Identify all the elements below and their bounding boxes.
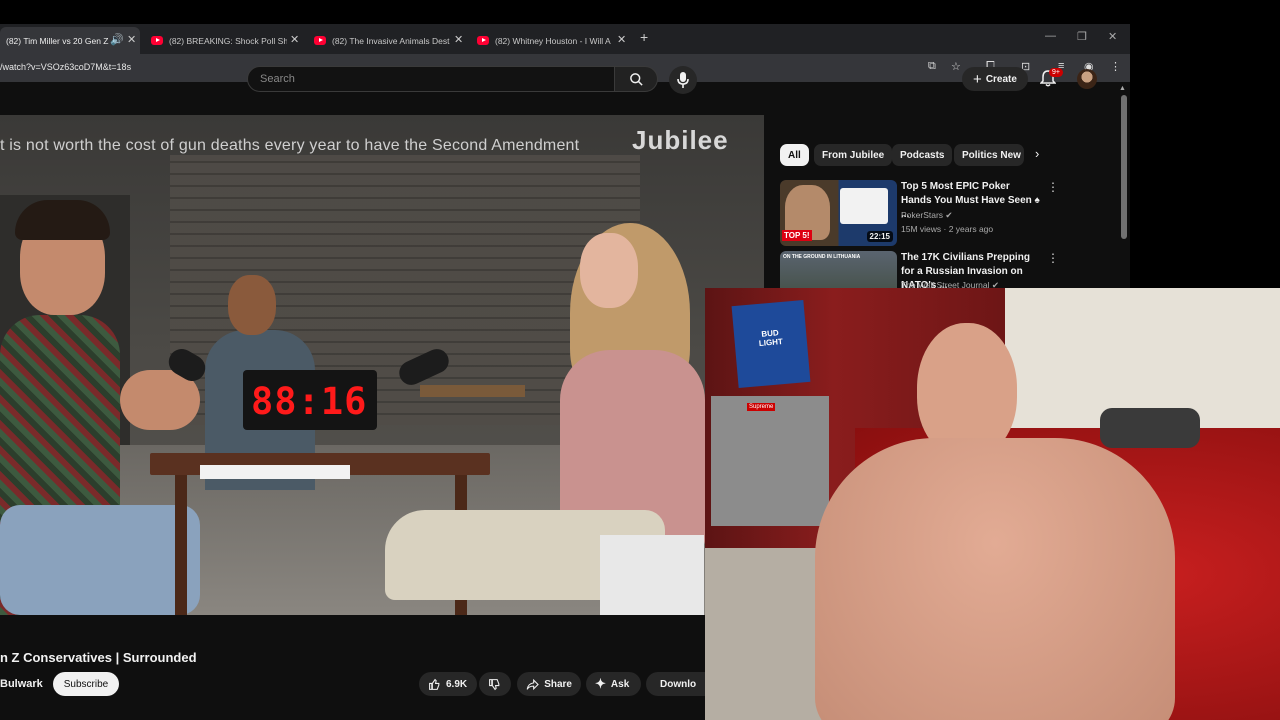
tab-strip: (82) Tim Miller vs 20 Gen Z 🔊 ✕ (82) BRE… (0, 24, 1130, 54)
download-label: Downlo (660, 678, 697, 690)
notification-badge: 9+ (1049, 68, 1063, 77)
search-icon (630, 73, 643, 86)
create-label: Create (985, 73, 1017, 85)
pillow (1100, 408, 1200, 448)
ask-label: Ask (610, 678, 630, 690)
chevron-right-icon[interactable]: › (1035, 146, 1039, 161)
thumbnail-text: ON THE GROUND IN LITHUANIA (783, 254, 861, 260)
table-leg (175, 475, 187, 615)
channel-name: PokerStars (901, 210, 944, 220)
restore-icon[interactable]: ❐ (1077, 30, 1087, 43)
thumbnail-cards (840, 188, 888, 224)
chip-all[interactable]: All (780, 144, 809, 166)
close-tab-icon[interactable]: ✕ (290, 27, 299, 54)
share-label: Share (544, 678, 572, 690)
download-button[interactable]: Downlo (646, 672, 705, 696)
sticker-label: Supreme (747, 403, 776, 411)
screen-top-bar (0, 0, 1280, 24)
thumbnail-text: TOP 5! (782, 230, 812, 241)
close-tab-icon[interactable]: ✕ (127, 27, 136, 54)
tab-title: (82) BREAKING: Shock Poll Sho (169, 35, 287, 46)
man-hair (15, 200, 110, 240)
bookmark-star-icon[interactable]: ☆ (951, 60, 961, 73)
sign-text: BUD LIGHT (758, 328, 784, 349)
jubilee-logo: Jubilee (632, 125, 729, 155)
papers (200, 465, 350, 479)
new-tab-button[interactable]: + (640, 29, 648, 45)
search-button[interactable] (615, 66, 658, 92)
scrollbar[interactable] (1121, 95, 1127, 239)
video-player[interactable]: t is not worth the cost of gun deaths ev… (0, 115, 764, 615)
microphone-icon (677, 72, 689, 88)
tab-3[interactable]: (82) The Invasive Animals Dest ✕ (308, 27, 468, 54)
video-thumbnail[interactable]: TOP 5! 22:15 (780, 180, 897, 246)
verified-icon: ✔ (945, 210, 953, 220)
sidebar-video-channel[interactable]: PokerStars ✔ (901, 210, 953, 221)
more-options-icon[interactable]: ⋮ (1047, 251, 1059, 265)
like-count: 6.9K (446, 678, 468, 690)
sparkle-icon: ✦ (595, 676, 606, 691)
tab-4[interactable]: (82) Whitney Houston - I Will A ✕ (471, 27, 631, 54)
video-title: n Z Conservatives | Surrounded (0, 650, 197, 665)
tab-title: (82) The Invasive Animals Dest (332, 35, 450, 46)
ask-button[interactable]: ✦ Ask (586, 672, 641, 696)
tab-1[interactable]: (82) Tim Miller vs 20 Gen Z 🔊 ✕ (0, 27, 140, 54)
speaker-icon[interactable]: 🔊 (110, 27, 124, 54)
close-tab-icon[interactable]: ✕ (454, 27, 463, 54)
bud-light-box: BUD LIGHT (731, 300, 811, 388)
like-button[interactable]: 6.9K (419, 672, 477, 696)
url-text[interactable]: /watch?v=VSOz63coD7M&t=18s (0, 62, 131, 72)
search-box (247, 66, 615, 92)
menu-kebab-icon[interactable]: ⋮ (1110, 60, 1121, 73)
background-man-head (228, 275, 276, 335)
countdown-timer: 88:16 (251, 380, 368, 423)
create-button[interactable]: + Create (962, 67, 1028, 91)
share-icon (526, 678, 539, 690)
chip-podcasts[interactable]: Podcasts (892, 144, 953, 166)
channel-name[interactable]: Bulwark (0, 678, 43, 690)
more-options-icon[interactable]: ⋮ (1047, 180, 1059, 194)
youtube-favicon-icon (477, 36, 489, 45)
dislike-button[interactable] (479, 672, 511, 696)
subscribe-button[interactable]: Subscribe (53, 672, 119, 696)
thumbs-down-icon (489, 678, 500, 690)
install-app-icon[interactable]: ⧉ (928, 60, 936, 73)
chip-politics-news[interactable]: Politics New (954, 144, 1024, 166)
webcam-overlay: Supreme BUD LIGHT (705, 288, 1280, 720)
tab-title: (82) Whitney Houston - I Will A (495, 35, 611, 46)
man-jeans (0, 505, 200, 615)
avatar[interactable] (1077, 69, 1097, 89)
share-button[interactable]: Share (517, 672, 581, 696)
thumbs-up-icon (429, 678, 440, 690)
mini-fridge (711, 396, 829, 526)
sidebar-video-meta: 15M views · 2 years ago (901, 224, 994, 234)
plus-icon: + (973, 70, 982, 88)
minimize-icon[interactable]: — (1045, 30, 1056, 42)
woman-face (580, 233, 638, 308)
youtube-favicon-icon (314, 36, 326, 45)
video-caption: t is not worth the cost of gun deaths ev… (0, 137, 580, 154)
chip-from-jubilee[interactable]: From Jubilee (814, 144, 893, 166)
wooden-chair (420, 385, 525, 397)
close-window-icon[interactable]: ✕ (1108, 30, 1117, 43)
tab-2[interactable]: (82) BREAKING: Shock Poll Sho ✕ (145, 27, 305, 54)
video-duration: 22:15 (866, 231, 893, 242)
close-tab-icon[interactable]: ✕ (617, 27, 626, 54)
scroll-up-icon[interactable]: ▲ (1119, 85, 1126, 92)
white-folding-chair (600, 535, 704, 615)
voice-search-button[interactable] (669, 66, 697, 94)
search-input[interactable] (258, 72, 602, 86)
man-torso (815, 438, 1175, 720)
youtube-favicon-icon (151, 36, 163, 45)
